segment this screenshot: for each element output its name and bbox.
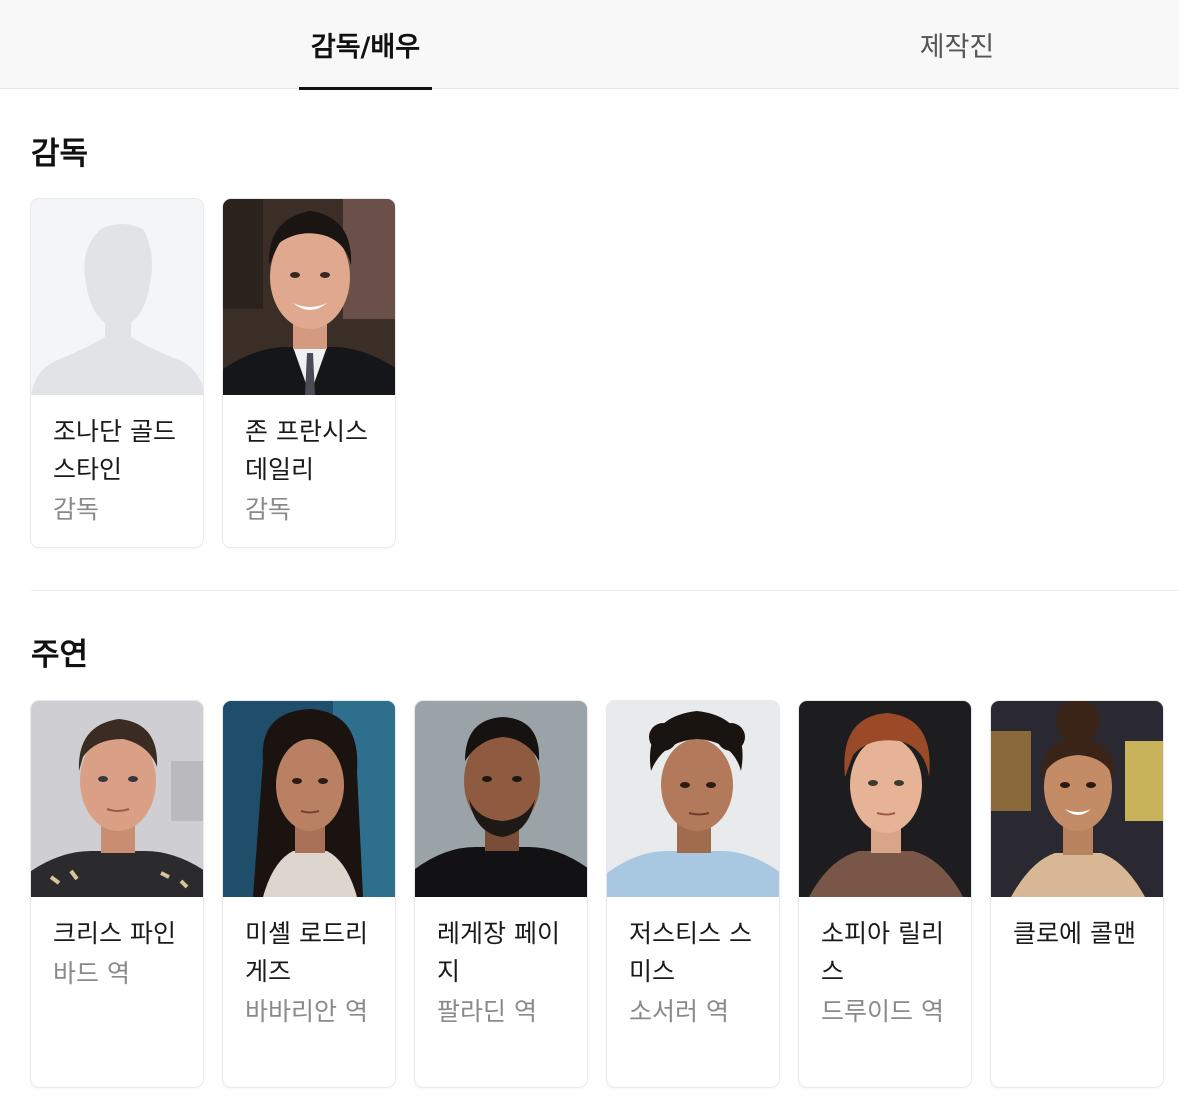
tab-production-crew[interactable]: 제작진 — [890, 0, 1024, 89]
person-photo — [223, 701, 395, 897]
person-photo — [991, 701, 1163, 897]
person-role: 바바리안 역 — [245, 997, 368, 1026]
person-photo — [31, 701, 203, 897]
person-photo — [799, 701, 971, 897]
section-title-directors: 감독 — [31, 136, 89, 172]
person-name: 클로에 콜맨 — [1013, 919, 1136, 948]
person-role: 소서러 역 — [629, 997, 729, 1026]
person-info: 존 프란시스 데일리 감독 — [223, 395, 395, 529]
person-role: 감독 — [53, 495, 100, 524]
person-info: 클로에 콜맨 — [991, 897, 1163, 953]
person-role: 팔라딘 역 — [437, 997, 537, 1026]
person-info: 조나단 골드스타인 감독 — [31, 395, 203, 529]
person-info: 레게장 페이지 팔라딘 역 — [415, 897, 587, 1031]
person-card[interactable]: 조나단 골드스타인 감독 — [30, 198, 204, 548]
person-name: 저스티스 스미스 — [629, 919, 752, 986]
person-card[interactable]: 레게장 페이지 팔라딘 역 — [414, 700, 588, 1088]
person-photo — [607, 701, 779, 897]
tab-bar: 감독/배우 제작진 — [0, 0, 1179, 90]
person-role: 감독 — [245, 495, 292, 524]
person-photo — [415, 701, 587, 897]
person-role: 바드 역 — [53, 959, 130, 988]
person-card[interactable]: 미셸 로드리게즈 바바리안 역 — [222, 700, 396, 1088]
person-card[interactable]: 크리스 파인 바드 역 — [30, 700, 204, 1088]
tab-directors-actors[interactable]: 감독/배우 — [299, 0, 432, 90]
person-name: 크리스 파인 — [53, 919, 176, 948]
person-card[interactable]: 저스티스 스미스 소서러 역 — [606, 700, 780, 1088]
person-card[interactable]: 존 프란시스 데일리 감독 — [222, 198, 396, 548]
person-role: 드루이드 역 — [821, 997, 944, 1026]
person-name: 소피아 릴리스 — [821, 919, 944, 986]
cast-list: 크리스 파인 바드 역 미셸 로드리게즈 바바리안 역 레게장 페이지 팔라딘 … — [30, 700, 1164, 1088]
section-title-cast: 주연 — [31, 637, 89, 673]
person-card[interactable]: 클로에 콜맨 — [990, 700, 1164, 1088]
person-name: 조나단 골드스타인 — [53, 417, 176, 484]
person-info: 크리스 파인 바드 역 — [31, 897, 203, 993]
person-name: 레게장 페이지 — [437, 919, 560, 986]
director-list: 조나단 골드스타인 감독 존 프란시스 데일리 감독 — [30, 198, 396, 548]
avatar-placeholder-icon — [31, 199, 203, 395]
person-name: 존 프란시스 데일리 — [245, 417, 368, 484]
person-name: 미셸 로드리게즈 — [245, 919, 368, 986]
person-photo — [223, 199, 395, 395]
person-info: 미셸 로드리게즈 바바리안 역 — [223, 897, 395, 1031]
person-info: 저스티스 스미스 소서러 역 — [607, 897, 779, 1031]
person-info: 소피아 릴리스 드루이드 역 — [799, 897, 971, 1031]
person-card[interactable]: 소피아 릴리스 드루이드 역 — [798, 700, 972, 1088]
section-divider — [31, 590, 1179, 591]
